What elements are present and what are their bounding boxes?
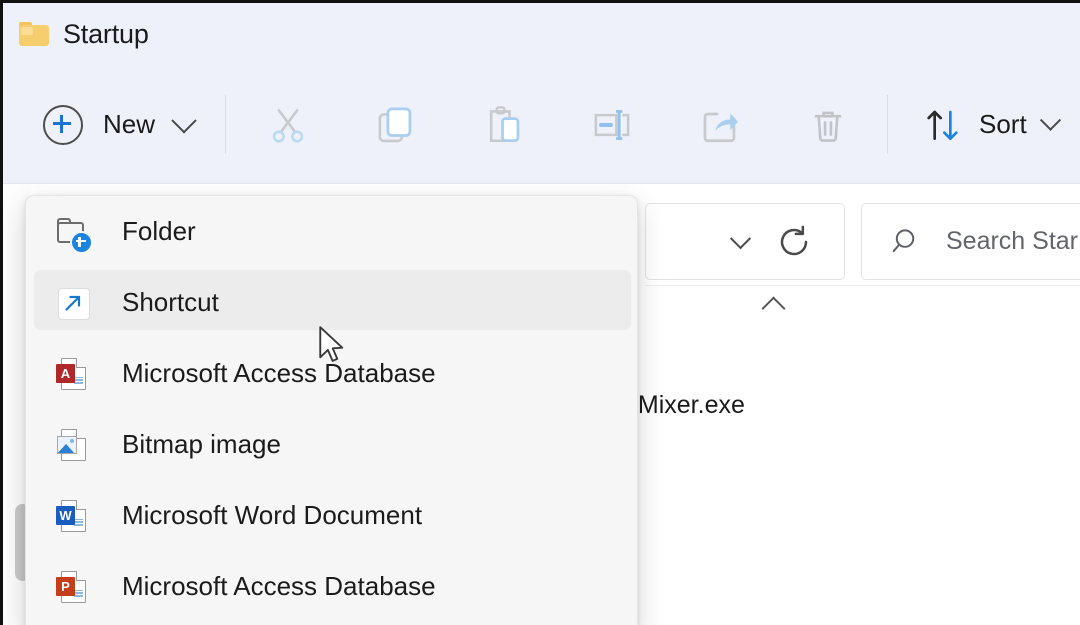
menu-item-bitmap-image[interactable]: Bitmap image	[26, 409, 637, 480]
search-icon	[890, 225, 924, 259]
shortcut-icon	[56, 286, 90, 320]
sort-button-label: Sort	[979, 109, 1027, 140]
toolbar-separator	[225, 95, 226, 154]
menu-item-label: Bitmap image	[122, 429, 281, 460]
search-input-placeholder[interactable]: Search Star	[946, 227, 1078, 256]
access-database-icon: A	[56, 357, 90, 391]
menu-item-word-document[interactable]: W Microsoft Word Document	[26, 480, 637, 551]
page-title: Startup	[63, 19, 149, 50]
menu-item-label: Microsoft Access Database	[122, 358, 436, 389]
delete-button[interactable]	[795, 65, 861, 184]
bitmap-image-icon	[56, 428, 90, 462]
paste-icon	[482, 103, 526, 147]
menu-item-label: Microsoft Word Document	[122, 500, 422, 531]
trash-icon	[806, 103, 850, 147]
new-button[interactable]: New	[37, 65, 199, 184]
address-bar[interactable]	[645, 203, 845, 280]
copy-button[interactable]	[363, 65, 429, 184]
menu-item-label: Shortcut	[122, 287, 219, 318]
menu-item-folder[interactable]: Folder	[26, 196, 637, 267]
chevron-down-icon[interactable]	[730, 228, 751, 249]
paste-button[interactable]	[471, 65, 537, 184]
scissors-icon	[266, 103, 310, 147]
sort-arrows-icon	[923, 105, 963, 145]
plus-circle-icon	[43, 105, 83, 145]
column-header-bar	[645, 285, 1080, 328]
menu-item-label: Folder	[122, 216, 196, 247]
folder-icon	[19, 22, 49, 46]
new-button-label: New	[103, 109, 155, 140]
menu-item-access-database-2[interactable]: P Microsoft Access Database	[26, 551, 637, 622]
new-context-menu: Folder Shortcut A Microsoft Acce	[25, 195, 638, 625]
word-document-icon: W	[56, 499, 90, 533]
rename-icon	[590, 103, 634, 147]
powerpoint-presentation-icon: P	[56, 570, 90, 604]
chevron-down-icon[interactable]	[171, 108, 196, 133]
rename-button[interactable]	[579, 65, 645, 184]
share-button[interactable]	[687, 65, 753, 184]
menu-item-label: Microsoft Access Database	[122, 571, 436, 602]
sort-button[interactable]: Sort	[919, 65, 1062, 184]
copy-icon	[374, 103, 418, 147]
command-bar: New	[3, 65, 1080, 184]
new-folder-icon	[56, 215, 90, 249]
window-chrome: Startup New	[3, 3, 1080, 184]
chevron-up-icon[interactable]	[761, 296, 785, 320]
file-list-item[interactable]: eMixer.exe	[624, 391, 745, 420]
cut-button[interactable]	[255, 65, 321, 184]
search-box[interactable]: Search Star	[861, 203, 1080, 280]
share-icon	[698, 103, 742, 147]
title-bar: Startup	[3, 3, 1080, 65]
toolbar-separator-2	[887, 95, 888, 154]
file-explorer-window: Startup New	[0, 0, 1080, 625]
chevron-down-icon[interactable]	[1040, 110, 1061, 131]
refresh-icon[interactable]	[774, 222, 814, 262]
